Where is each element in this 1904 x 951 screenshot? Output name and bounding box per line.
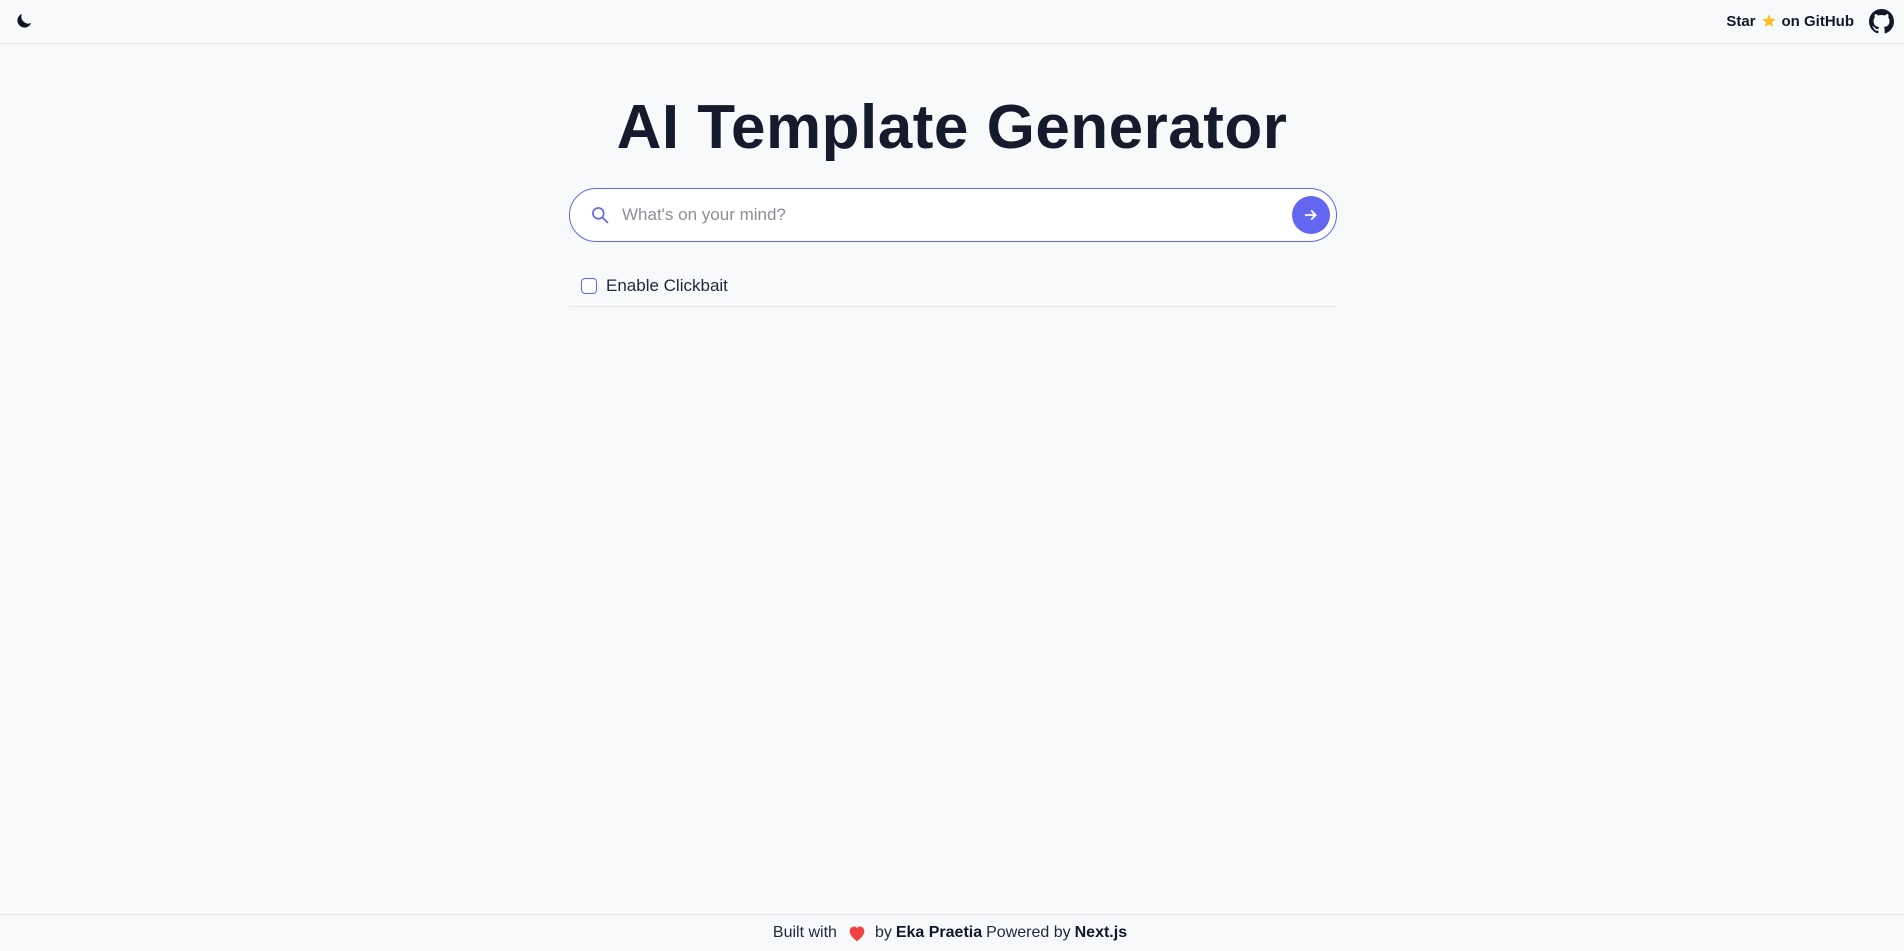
- submit-button[interactable]: [1292, 196, 1330, 234]
- search-input[interactable]: [622, 189, 1252, 240]
- top-bar: Star on GitHub: [0, 0, 1904, 44]
- star-on-github-link[interactable]: Star on GitHub: [1726, 13, 1854, 30]
- star-suffix: on GitHub: [1781, 12, 1854, 30]
- by-text: by: [874, 924, 892, 941]
- author-name: Eka Praetia: [895, 924, 983, 941]
- heart-icon: [847, 924, 867, 942]
- clickbait-checkbox[interactable]: [581, 278, 597, 294]
- star-icon: [1761, 14, 1776, 27]
- github-icon: [1868, 8, 1894, 33]
- theme-toggle-button[interactable]: [13, 10, 35, 32]
- github-button[interactable]: [1868, 8, 1894, 34]
- star-prefix: Star: [1726, 12, 1756, 30]
- arrow-right-icon: [1304, 210, 1317, 220]
- nextjs-link[interactable]: Next.js: [1075, 924, 1127, 942]
- clickbait-option: Enable Clickbait: [569, 270, 1337, 307]
- github-links: Star on GitHub: [1726, 7, 1894, 35]
- clickbait-label[interactable]: Enable Clickbait: [606, 276, 728, 296]
- built-with-text: Built with: [772, 924, 837, 941]
- powered-by-text: Powered by: [986, 924, 1071, 941]
- moon-icon: [17, 13, 32, 28]
- footer: Built with by Eka Praetia Powered by Nex…: [0, 914, 1904, 951]
- search-icon: [592, 207, 609, 224]
- search-bar: [569, 188, 1337, 242]
- page-title: AI Template Generator: [616, 93, 1288, 162]
- page: Star on GitHub AI Template Generator Wha…: [0, 0, 1904, 951]
